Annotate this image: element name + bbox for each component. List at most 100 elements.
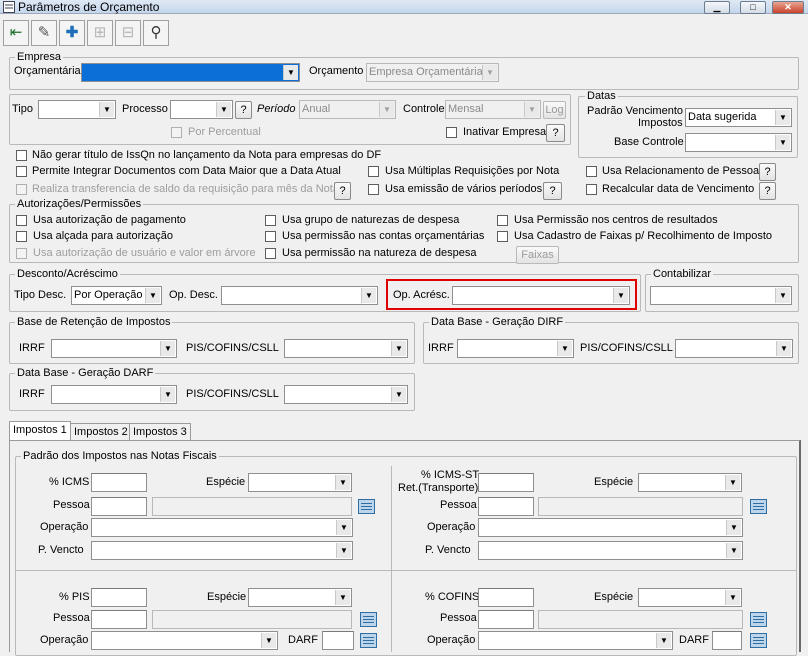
add-icon: ✚ xyxy=(65,24,79,41)
chevron-down-icon: ▼ xyxy=(775,288,790,303)
cofins-input[interactable] xyxy=(478,588,534,607)
nao-gerar-checkbox[interactable] xyxy=(16,150,27,161)
icms-pessoa-code[interactable] xyxy=(91,497,147,516)
relacionamento-help-button[interactable]: ? xyxy=(759,163,776,181)
icms-st-input[interactable] xyxy=(478,473,534,492)
pis-darf-lookup-icon[interactable] xyxy=(360,633,377,648)
permissao-centros-checkbox[interactable] xyxy=(497,215,508,226)
usa-emissao-checkbox[interactable] xyxy=(368,184,379,195)
edit-button[interactable]: ✎ xyxy=(31,20,57,46)
search-button[interactable]: ⚲ xyxy=(143,20,169,46)
por-percentual-checkbox[interactable] xyxy=(171,127,182,138)
periodo-combo[interactable]: Anual ▼ xyxy=(299,100,396,119)
insert-row-button[interactable]: ⊞ xyxy=(87,20,113,46)
contabilizar-combo[interactable]: ▼ xyxy=(650,286,792,305)
icms-st-especie-combo[interactable]: ▼ xyxy=(638,473,742,492)
autorizacao-pagamento-checkbox[interactable] xyxy=(16,215,27,226)
darf-pis-combo[interactable]: ▼ xyxy=(284,385,408,404)
transferencia-help-button[interactable]: ? xyxy=(334,182,351,200)
cofins-pessoa-lookup-icon[interactable] xyxy=(750,612,767,627)
periodo-label: Período xyxy=(257,103,296,115)
pis-input[interactable] xyxy=(91,588,147,607)
tipo-combo[interactable]: ▼ xyxy=(38,100,116,119)
dirf-pis-label: PIS/COFINS/CSLL xyxy=(580,342,673,354)
inativar-help-button[interactable]: ? xyxy=(546,124,565,142)
pis-pessoa-lookup-icon[interactable] xyxy=(360,612,377,627)
app-icon xyxy=(3,1,15,13)
tipo-label: Tipo xyxy=(12,103,33,115)
chevron-down-icon: ▼ xyxy=(335,590,350,605)
pis-darf-input[interactable] xyxy=(322,631,354,650)
autorizacao-arvore-checkbox[interactable] xyxy=(16,248,27,259)
tab-impostos-2[interactable]: Impostos 2 xyxy=(70,423,132,441)
controle-combo[interactable]: Mensal ▼ xyxy=(445,100,541,119)
maximize-button[interactable]: □ xyxy=(740,1,766,14)
orcamentaria-combo[interactable]: ▼ xyxy=(81,63,300,82)
icms-st-operacao-combo[interactable]: ▼ xyxy=(478,518,743,537)
permite-integrar-label: Permite Integrar Documentos com Data Mai… xyxy=(32,165,341,177)
alcada-checkbox[interactable] xyxy=(16,231,27,242)
icms-pessoa-name xyxy=(152,497,352,516)
usa-multiplas-checkbox[interactable] xyxy=(368,166,379,177)
op-desc-combo[interactable]: ▼ xyxy=(221,286,378,305)
log-button[interactable]: Log xyxy=(543,101,566,119)
cofins-darf-lookup-icon[interactable] xyxy=(750,633,767,648)
chevron-down-icon: ▼ xyxy=(725,590,740,605)
icms-st-vencto-combo[interactable]: ▼ xyxy=(478,541,743,560)
recalcular-checkbox[interactable] xyxy=(586,184,597,195)
tipo-desc-combo[interactable]: Por Operação ▼ xyxy=(71,286,162,305)
impostos-divider-h xyxy=(16,570,796,571)
permissao-contas-checkbox[interactable] xyxy=(265,231,276,242)
dirf-pis-combo[interactable]: ▼ xyxy=(675,339,793,358)
permite-integrar-checkbox[interactable] xyxy=(16,166,27,177)
cofins-especie-combo[interactable]: ▼ xyxy=(638,588,742,607)
exit-button[interactable]: ⇤ xyxy=(3,20,29,46)
retencao-irrf-combo[interactable]: ▼ xyxy=(51,339,177,358)
icms-st-pessoa-code[interactable] xyxy=(478,497,534,516)
pis-especie-combo[interactable]: ▼ xyxy=(248,588,352,607)
base-controle-combo[interactable]: ▼ xyxy=(685,133,792,152)
add-button[interactable]: ✚ xyxy=(59,20,85,46)
usa-relacionamento-checkbox[interactable] xyxy=(586,166,597,177)
chevron-down-icon: ▼ xyxy=(283,65,298,80)
close-button[interactable]: ✕ xyxy=(772,1,804,14)
icms-especie-combo[interactable]: ▼ xyxy=(248,473,352,492)
permissao-centros-label: Usa Permissão nos centros de resultados xyxy=(514,214,718,226)
pis-operacao-combo[interactable]: ▼ xyxy=(91,631,278,650)
remove-row-button[interactable]: ⊟ xyxy=(115,20,141,46)
icms-especie-label: Espécie xyxy=(206,476,246,488)
retencao-pis-label: PIS/COFINS/CSLL xyxy=(186,342,279,354)
pis-pessoa-code[interactable] xyxy=(91,610,147,629)
emissao-help-button[interactable]: ? xyxy=(543,182,562,200)
cadastro-faixas-checkbox[interactable] xyxy=(497,231,508,242)
permissao-natureza-checkbox[interactable] xyxy=(265,248,276,259)
cofins-pessoa-code[interactable] xyxy=(478,610,534,629)
processo-help-button[interactable]: ? xyxy=(235,101,252,119)
minimize-button[interactable]: ▁ xyxy=(704,1,730,14)
icms-input[interactable] xyxy=(91,473,147,492)
recalcular-help-button[interactable]: ? xyxy=(759,182,776,200)
cofins-darf-input[interactable] xyxy=(712,631,742,650)
processo-combo[interactable]: ▼ xyxy=(170,100,233,119)
padrao-vencimento-combo[interactable]: Data sugerida ▼ xyxy=(685,108,792,127)
tab-impostos-3[interactable]: Impostos 3 xyxy=(129,423,191,441)
darf-irrf-label: IRRF xyxy=(19,388,45,400)
window-title: Parâmetros de Orçamento xyxy=(18,0,160,14)
op-acresc-combo[interactable]: ▼ xyxy=(452,286,630,305)
inativar-empresa-checkbox[interactable] xyxy=(446,127,457,138)
grupo-naturezas-checkbox[interactable] xyxy=(265,215,276,226)
orcamento-combo[interactable]: Empresa Orçamentária ▼ xyxy=(366,63,499,82)
cofins-operacao-combo[interactable]: ▼ xyxy=(478,631,673,650)
icms-operacao-combo[interactable]: ▼ xyxy=(91,518,353,537)
tab-impostos-1[interactable]: Impostos 1 xyxy=(9,421,71,441)
realiza-transferencia-checkbox[interactable] xyxy=(16,184,27,195)
darf-irrf-combo[interactable]: ▼ xyxy=(51,385,177,404)
faixas-button[interactable]: Faixas xyxy=(516,246,559,264)
icms-vencto-combo[interactable]: ▼ xyxy=(91,541,353,560)
retencao-pis-combo[interactable]: ▼ xyxy=(284,339,408,358)
dirf-irrf-combo[interactable]: ▼ xyxy=(457,339,574,358)
icms-pessoa-label: Pessoa xyxy=(53,499,90,511)
chevron-down-icon: ▼ xyxy=(216,102,231,117)
icms-pessoa-lookup-icon[interactable] xyxy=(358,499,375,514)
icms-st-pessoa-lookup-icon[interactable] xyxy=(750,499,767,514)
